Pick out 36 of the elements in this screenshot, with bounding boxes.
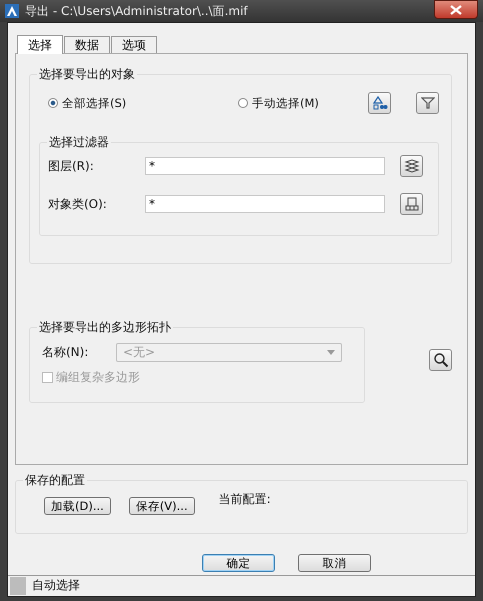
search-icon bbox=[432, 352, 448, 368]
config-button[interactable]: 加载(D)... bbox=[44, 497, 111, 515]
search-button[interactable] bbox=[429, 349, 452, 371]
tab[interactable]: 选项 bbox=[111, 36, 157, 53]
input-field[interactable]: * bbox=[145, 195, 385, 213]
current-config-label: 当前配置: bbox=[218, 490, 271, 508]
tab[interactable]: 选择 bbox=[17, 35, 63, 54]
blocks-icon bbox=[404, 196, 420, 212]
group-title: 选择过滤器 bbox=[47, 134, 111, 151]
status-text: 自动选择 bbox=[32, 577, 80, 594]
layers-button[interactable] bbox=[400, 155, 423, 177]
field-label: 名称(N): bbox=[42, 344, 90, 360]
field-label: 图层(R): bbox=[48, 158, 95, 174]
group-title: 选择要导出的多边形拓扑 bbox=[37, 319, 173, 336]
radio-option[interactable]: 全部选择(S) bbox=[48, 96, 238, 110]
close-button[interactable] bbox=[434, 0, 478, 19]
config-button[interactable]: 保存(V)... bbox=[128, 497, 195, 515]
funnel-icon bbox=[420, 96, 434, 110]
dropdown-arrow-icon bbox=[327, 350, 335, 354]
dialog-button[interactable]: 取消 bbox=[298, 554, 371, 572]
radio-option[interactable]: 手动选择(M) bbox=[238, 96, 319, 110]
object-class-button[interactable] bbox=[400, 193, 423, 215]
tab[interactable]: 数据 bbox=[64, 36, 110, 53]
group-title: 保存的配置 bbox=[23, 472, 87, 489]
field-label: 对象类(O): bbox=[48, 196, 108, 212]
input-field[interactable]: * bbox=[145, 157, 385, 175]
dialog-button[interactable]: 确定 bbox=[202, 554, 275, 572]
window-title: 导出 - C:\Users\Administrator\..\面.mif bbox=[25, 2, 248, 20]
close-icon bbox=[450, 4, 462, 14]
filter-button[interactable] bbox=[416, 92, 439, 114]
quick-select-button[interactable] bbox=[368, 92, 391, 114]
layers-icon bbox=[404, 158, 420, 174]
group-title: 选择要导出的对象 bbox=[37, 66, 137, 83]
shapes-icon bbox=[372, 95, 388, 111]
app-icon bbox=[5, 4, 19, 18]
status-icon bbox=[10, 576, 26, 594]
